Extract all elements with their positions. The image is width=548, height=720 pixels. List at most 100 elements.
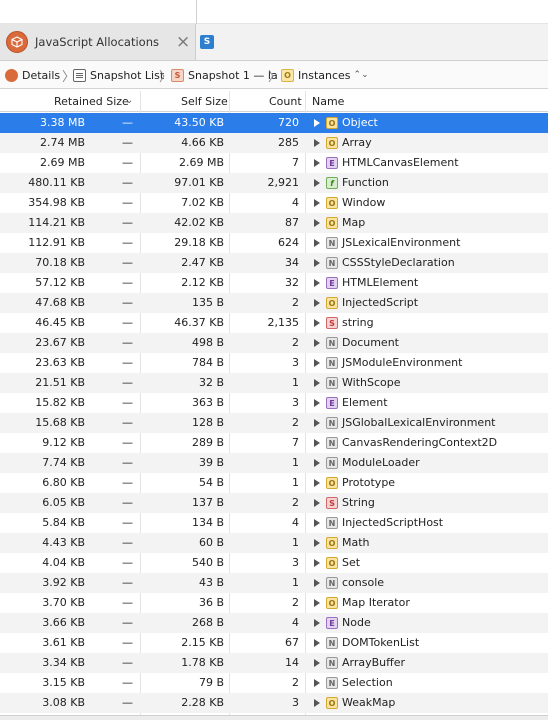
script-tab-badge[interactable]: S [200, 35, 214, 49]
table-row[interactable]: 15.82 KB — 363 B 3 E Element [0, 393, 548, 413]
disclosure-triangle-icon[interactable] [314, 179, 320, 187]
disclosure-triangle-icon[interactable] [314, 139, 320, 147]
disclosure-triangle-icon[interactable] [314, 559, 320, 567]
breadcrumb-snapshot-list[interactable]: Snapshot List [73, 67, 164, 83]
disclosure-triangle-icon[interactable] [314, 259, 320, 267]
column-self-size[interactable]: Self Size [181, 95, 228, 108]
table-row[interactable]: 4.04 KB — 540 B 3 O Set [0, 553, 548, 573]
count-cell: 2 [292, 416, 299, 429]
disclosure-triangle-icon[interactable] [314, 599, 320, 607]
table-row[interactable]: 46.45 KB — 46.37 KB 2,135 Sstring [0, 313, 548, 333]
class-name-cell: console [342, 576, 385, 589]
disclosure-triangle-icon[interactable] [314, 459, 320, 467]
retained-size-cell: 6.05 KB [42, 496, 85, 509]
disclosure-triangle-icon[interactable] [314, 299, 320, 307]
table-row[interactable]: 15.68 KB — 128 B 2 N JSGlobalLexicalEnvironme… [0, 413, 548, 433]
pane-divider[interactable] [196, 0, 197, 24]
table-row[interactable]: 2.74 MB — 4.66 KB 285 O Array [0, 133, 548, 153]
percent-cell: — [122, 676, 133, 689]
disclosure-triangle-icon[interactable] [314, 279, 320, 287]
table-row[interactable]: 4.43 KB — 60 B 1 O Math [0, 533, 548, 553]
type-badge-icon: O [326, 117, 338, 129]
table-row[interactable]: 3.34 KB — 1.78 KB 14 N ArrayBuffer [0, 653, 548, 673]
table-row[interactable]: 2.69 MB — 2.69 MB 7 E HTMLCanvasElement [0, 153, 548, 173]
disclosure-triangle-icon[interactable] [314, 159, 320, 167]
column-retained-size[interactable]: Retained Size [54, 95, 129, 108]
class-name-cell: CanvasRenderingContext2D [342, 436, 498, 449]
table-row[interactable]: 70.18 KB — 2.47 KB 34 N CSSStyleDeclaration [0, 253, 548, 273]
self-size-cell: 2.15 KB [181, 636, 224, 649]
instances-table-body: 3.38 MB — 43.50 KB 720 O Object 2.74 MB — 4.66 K… [0, 113, 548, 715]
class-name-cell: Element [342, 396, 388, 409]
retained-size-cell: 23.63 KB [35, 356, 85, 369]
disclosure-triangle-icon[interactable] [314, 619, 320, 627]
percent-cell: — [122, 596, 133, 609]
percent-cell: — [122, 376, 133, 389]
disclosure-triangle-icon[interactable] [314, 199, 320, 207]
class-name-cell: Array [342, 136, 372, 149]
table-row[interactable]: 23.67 KB — 498 B 2 N Document [0, 333, 548, 353]
type-badge-icon: E [326, 277, 338, 289]
column-name[interactable]: Name [312, 95, 344, 108]
disclosure-triangle-icon[interactable] [314, 319, 320, 327]
disclosure-triangle-icon[interactable] [314, 579, 320, 587]
table-row[interactable]: 114.21 KB — 42.02 KB 87 O Map [0, 213, 548, 233]
percent-cell: — [122, 116, 133, 129]
percent-cell: — [122, 336, 133, 349]
column-count[interactable]: Count [269, 95, 302, 108]
table-row[interactable]: 3.15 KB — 79 B 2 N Selection [0, 673, 548, 693]
table-row[interactable]: 354.98 KB — 7.02 KB 4 O Window [0, 193, 548, 213]
table-row[interactable]: 112.91 KB — 29.18 KB 624 N JSLexicalEnvironme… [0, 233, 548, 253]
table-row[interactable]: 6.05 KB — 137 B 2 S String [0, 493, 548, 513]
count-cell: 2 [292, 296, 299, 309]
table-row[interactable]: 9.12 KB — 289 B 7 N CanvasRenderingContext2D [0, 433, 548, 453]
disclosure-triangle-icon[interactable] [314, 519, 320, 527]
breadcrumb-snapshot[interactable]: S Snapshot 1 — la [171, 67, 278, 83]
close-icon[interactable]: × [176, 32, 190, 52]
disclosure-triangle-icon[interactable] [314, 439, 320, 447]
updown-chevron-icon[interactable]: ⌃⌄ [354, 70, 369, 80]
breadcrumb: Details 〉 Snapshot List 〉 S Snapshot 1 —… [0, 61, 548, 89]
table-row[interactable]: 6.80 KB — 54 B 1 O Prototype [0, 473, 548, 493]
disclosure-triangle-icon[interactable] [314, 119, 320, 127]
disclosure-triangle-icon[interactable] [314, 479, 320, 487]
disclosure-triangle-icon[interactable] [314, 539, 320, 547]
table-row[interactable]: 5.84 KB — 134 B 4 N InjectedScriptHost [0, 513, 548, 533]
class-name-cell: Set [342, 556, 361, 569]
percent-cell: — [122, 416, 133, 429]
table-row[interactable]: 47.68 KB — 135 B 2 O InjectedScript [0, 293, 548, 313]
class-name-cell: String [342, 496, 375, 509]
table-row[interactable]: 57.12 KB — 2.12 KB 32 E HTMLElement [0, 273, 548, 293]
table-row[interactable]: 21.51 KB — 32 B 1 N WithScope [0, 373, 548, 393]
disclosure-triangle-icon[interactable] [314, 239, 320, 247]
table-row[interactable]: 3.92 KB — 43 B 1 Nconsole [0, 573, 548, 593]
disclosure-triangle-icon[interactable] [314, 399, 320, 407]
disclosure-triangle-icon[interactable] [314, 639, 320, 647]
table-row[interactable]: 7.74 KB — 39 B 1 N ModuleLoader [0, 453, 548, 473]
table-row[interactable]: 23.63 KB — 784 B 3 N JSModuleEnvironment [0, 353, 548, 373]
disclosure-triangle-icon[interactable] [314, 499, 320, 507]
self-size-cell: 7.02 KB [181, 196, 224, 209]
disclosure-triangle-icon[interactable] [314, 339, 320, 347]
disclosure-triangle-icon[interactable] [314, 659, 320, 667]
disclosure-triangle-icon[interactable] [314, 219, 320, 227]
table-row[interactable]: 3.61 KB — 2.15 KB 67 N DOMTokenList [0, 633, 548, 653]
disclosure-triangle-icon[interactable] [314, 699, 320, 707]
tab-javascript-allocations[interactable]: JavaScript Allocations × [0, 24, 196, 60]
disclosure-triangle-icon[interactable] [314, 359, 320, 367]
class-name-cell: HTMLCanvasElement [342, 156, 459, 169]
table-row[interactable]: 3.08 KB — 2.28 KB 3 O WeakMap [0, 693, 548, 713]
table-row[interactable]: 480.11 KB — 97.01 KB 2,921 f Function [0, 173, 548, 193]
breadcrumb-details[interactable]: Details [5, 67, 60, 83]
self-size-cell: 79 B [198, 676, 224, 689]
self-size-cell: 60 B [198, 536, 224, 549]
disclosure-triangle-icon[interactable] [314, 679, 320, 687]
table-row[interactable]: 3.70 KB — 36 B 2 O Map Iterator [0, 593, 548, 613]
breadcrumb-instances[interactable]: O Instances ⌃⌄ [281, 67, 369, 83]
table-row[interactable]: 3.38 MB — 43.50 KB 720 O Object [0, 113, 548, 133]
table-row[interactable]: 3.66 KB — 268 B 4 E Node [0, 613, 548, 633]
type-badge-icon: S [326, 317, 338, 329]
disclosure-triangle-icon[interactable] [314, 419, 320, 427]
self-size-cell: 1.78 KB [181, 656, 224, 669]
disclosure-triangle-icon[interactable] [314, 379, 320, 387]
